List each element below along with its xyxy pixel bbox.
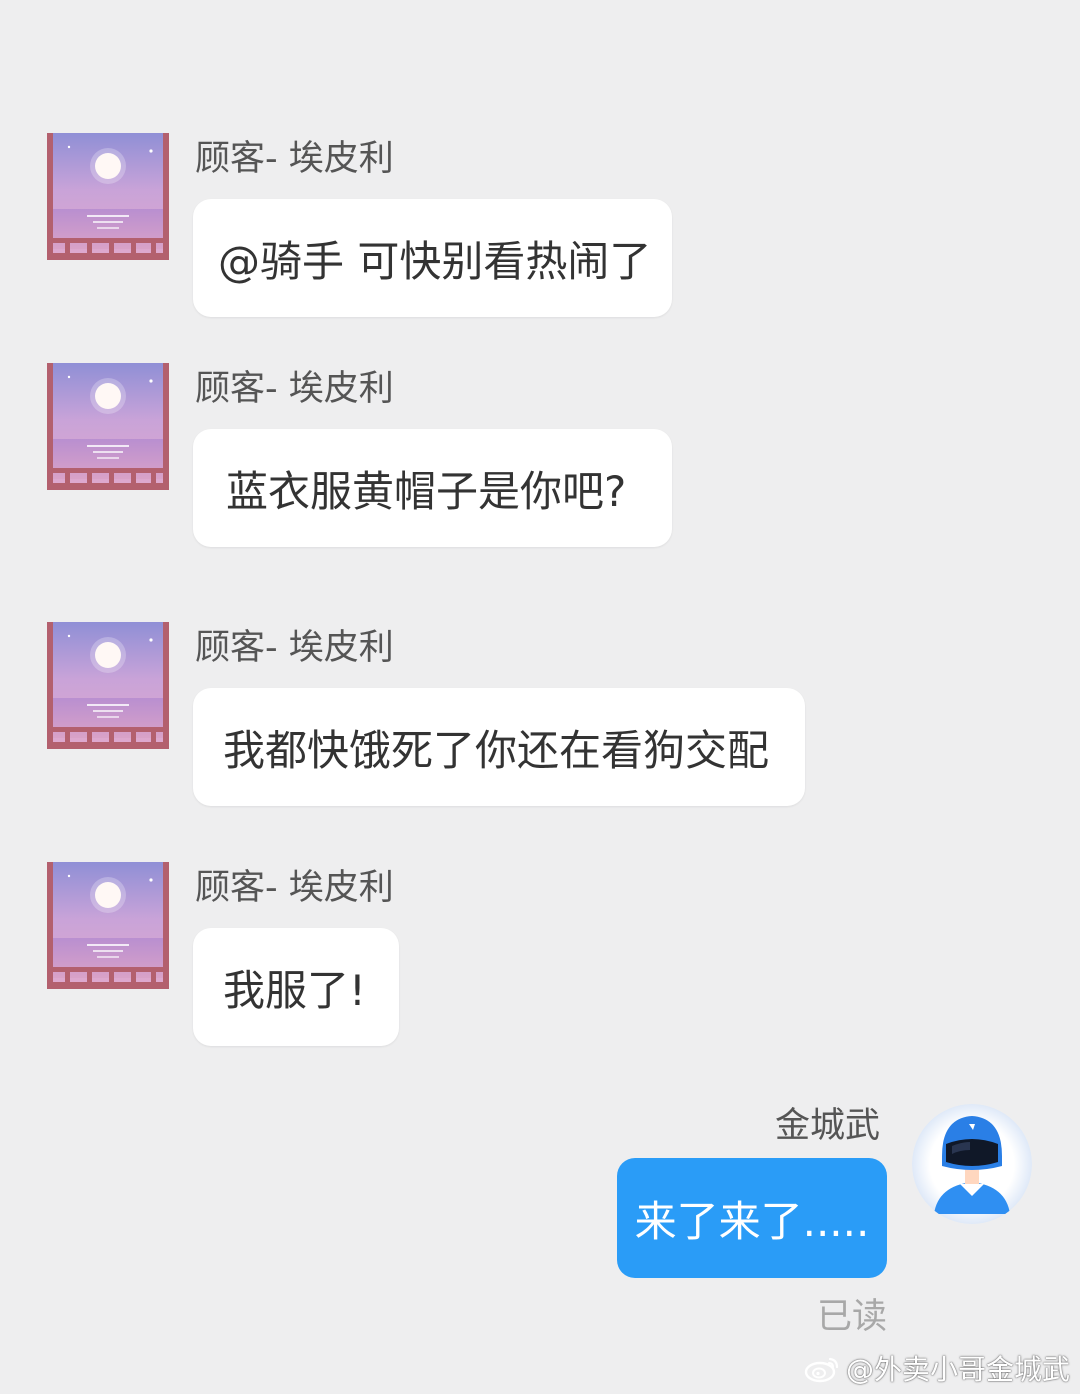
customer-avatar[interactable] xyxy=(47,622,169,749)
sender-name: 顾客- 埃皮利 xyxy=(195,628,394,668)
watermark: @外卖小哥金城武 xyxy=(804,1346,1070,1390)
incoming-message: 顾客- 埃皮利 我都快饿死了你还在看狗交配 xyxy=(0,622,1080,812)
rider-name: 金城武 xyxy=(774,1106,880,1146)
reply-bubble[interactable]: 来了来了..... xyxy=(617,1158,887,1278)
reply-text: 来了来了..... xyxy=(634,1196,870,1246)
message-bubble[interactable]: 我都快饿死了你还在看狗交配 xyxy=(193,688,805,806)
sender-name: 顾客- 埃皮利 xyxy=(195,369,394,409)
message-bubble[interactable]: @骑手 可快别看热闹了 xyxy=(193,199,672,317)
incoming-message: 顾客- 埃皮利 @骑手 可快别看热闹了 xyxy=(0,133,1080,323)
moon-sea-avatar-icon xyxy=(47,862,169,989)
message-bubble[interactable]: 蓝衣服黄帽子是你吧? xyxy=(193,429,672,547)
moon-sea-avatar-icon xyxy=(47,622,169,749)
incoming-message: 顾客- 埃皮利 蓝衣服黄帽子是你吧? xyxy=(0,363,1080,553)
message-text: 我都快饿死了你还在看狗交配 xyxy=(223,725,770,775)
weibo-icon xyxy=(804,1353,842,1383)
read-status: 已读 xyxy=(816,1297,887,1337)
delivery-rider-helmet-icon xyxy=(912,1104,1032,1224)
sender-name: 顾客- 埃皮利 xyxy=(195,139,394,179)
message-bubble[interactable]: 我服了! xyxy=(193,928,399,1046)
message-text: 我服了! xyxy=(223,965,366,1015)
watermark-text: @外卖小哥金城武 xyxy=(845,1353,1070,1386)
sender-name: 顾客- 埃皮利 xyxy=(195,868,394,908)
message-text: 蓝衣服黄帽子是你吧? xyxy=(226,466,627,516)
moon-sea-avatar-icon xyxy=(47,133,169,260)
message-text: @骑手 可快别看热闹了 xyxy=(218,236,652,286)
rider-avatar[interactable] xyxy=(912,1104,1032,1224)
moon-sea-avatar-icon xyxy=(47,363,169,490)
customer-avatar[interactable] xyxy=(47,363,169,490)
customer-avatar[interactable] xyxy=(47,133,169,260)
customer-avatar[interactable] xyxy=(47,862,169,989)
incoming-message: 顾客- 埃皮利 我服了! xyxy=(0,862,1080,1052)
chat-view[interactable]: 顾客- 埃皮利 @骑手 可快别看热闹了 顾客- 埃皮利 蓝衣服黄帽子是你吧? 顾… xyxy=(0,0,1080,1394)
outgoing-message: 金城武 来了来了..... 已读 xyxy=(0,1100,1080,1340)
